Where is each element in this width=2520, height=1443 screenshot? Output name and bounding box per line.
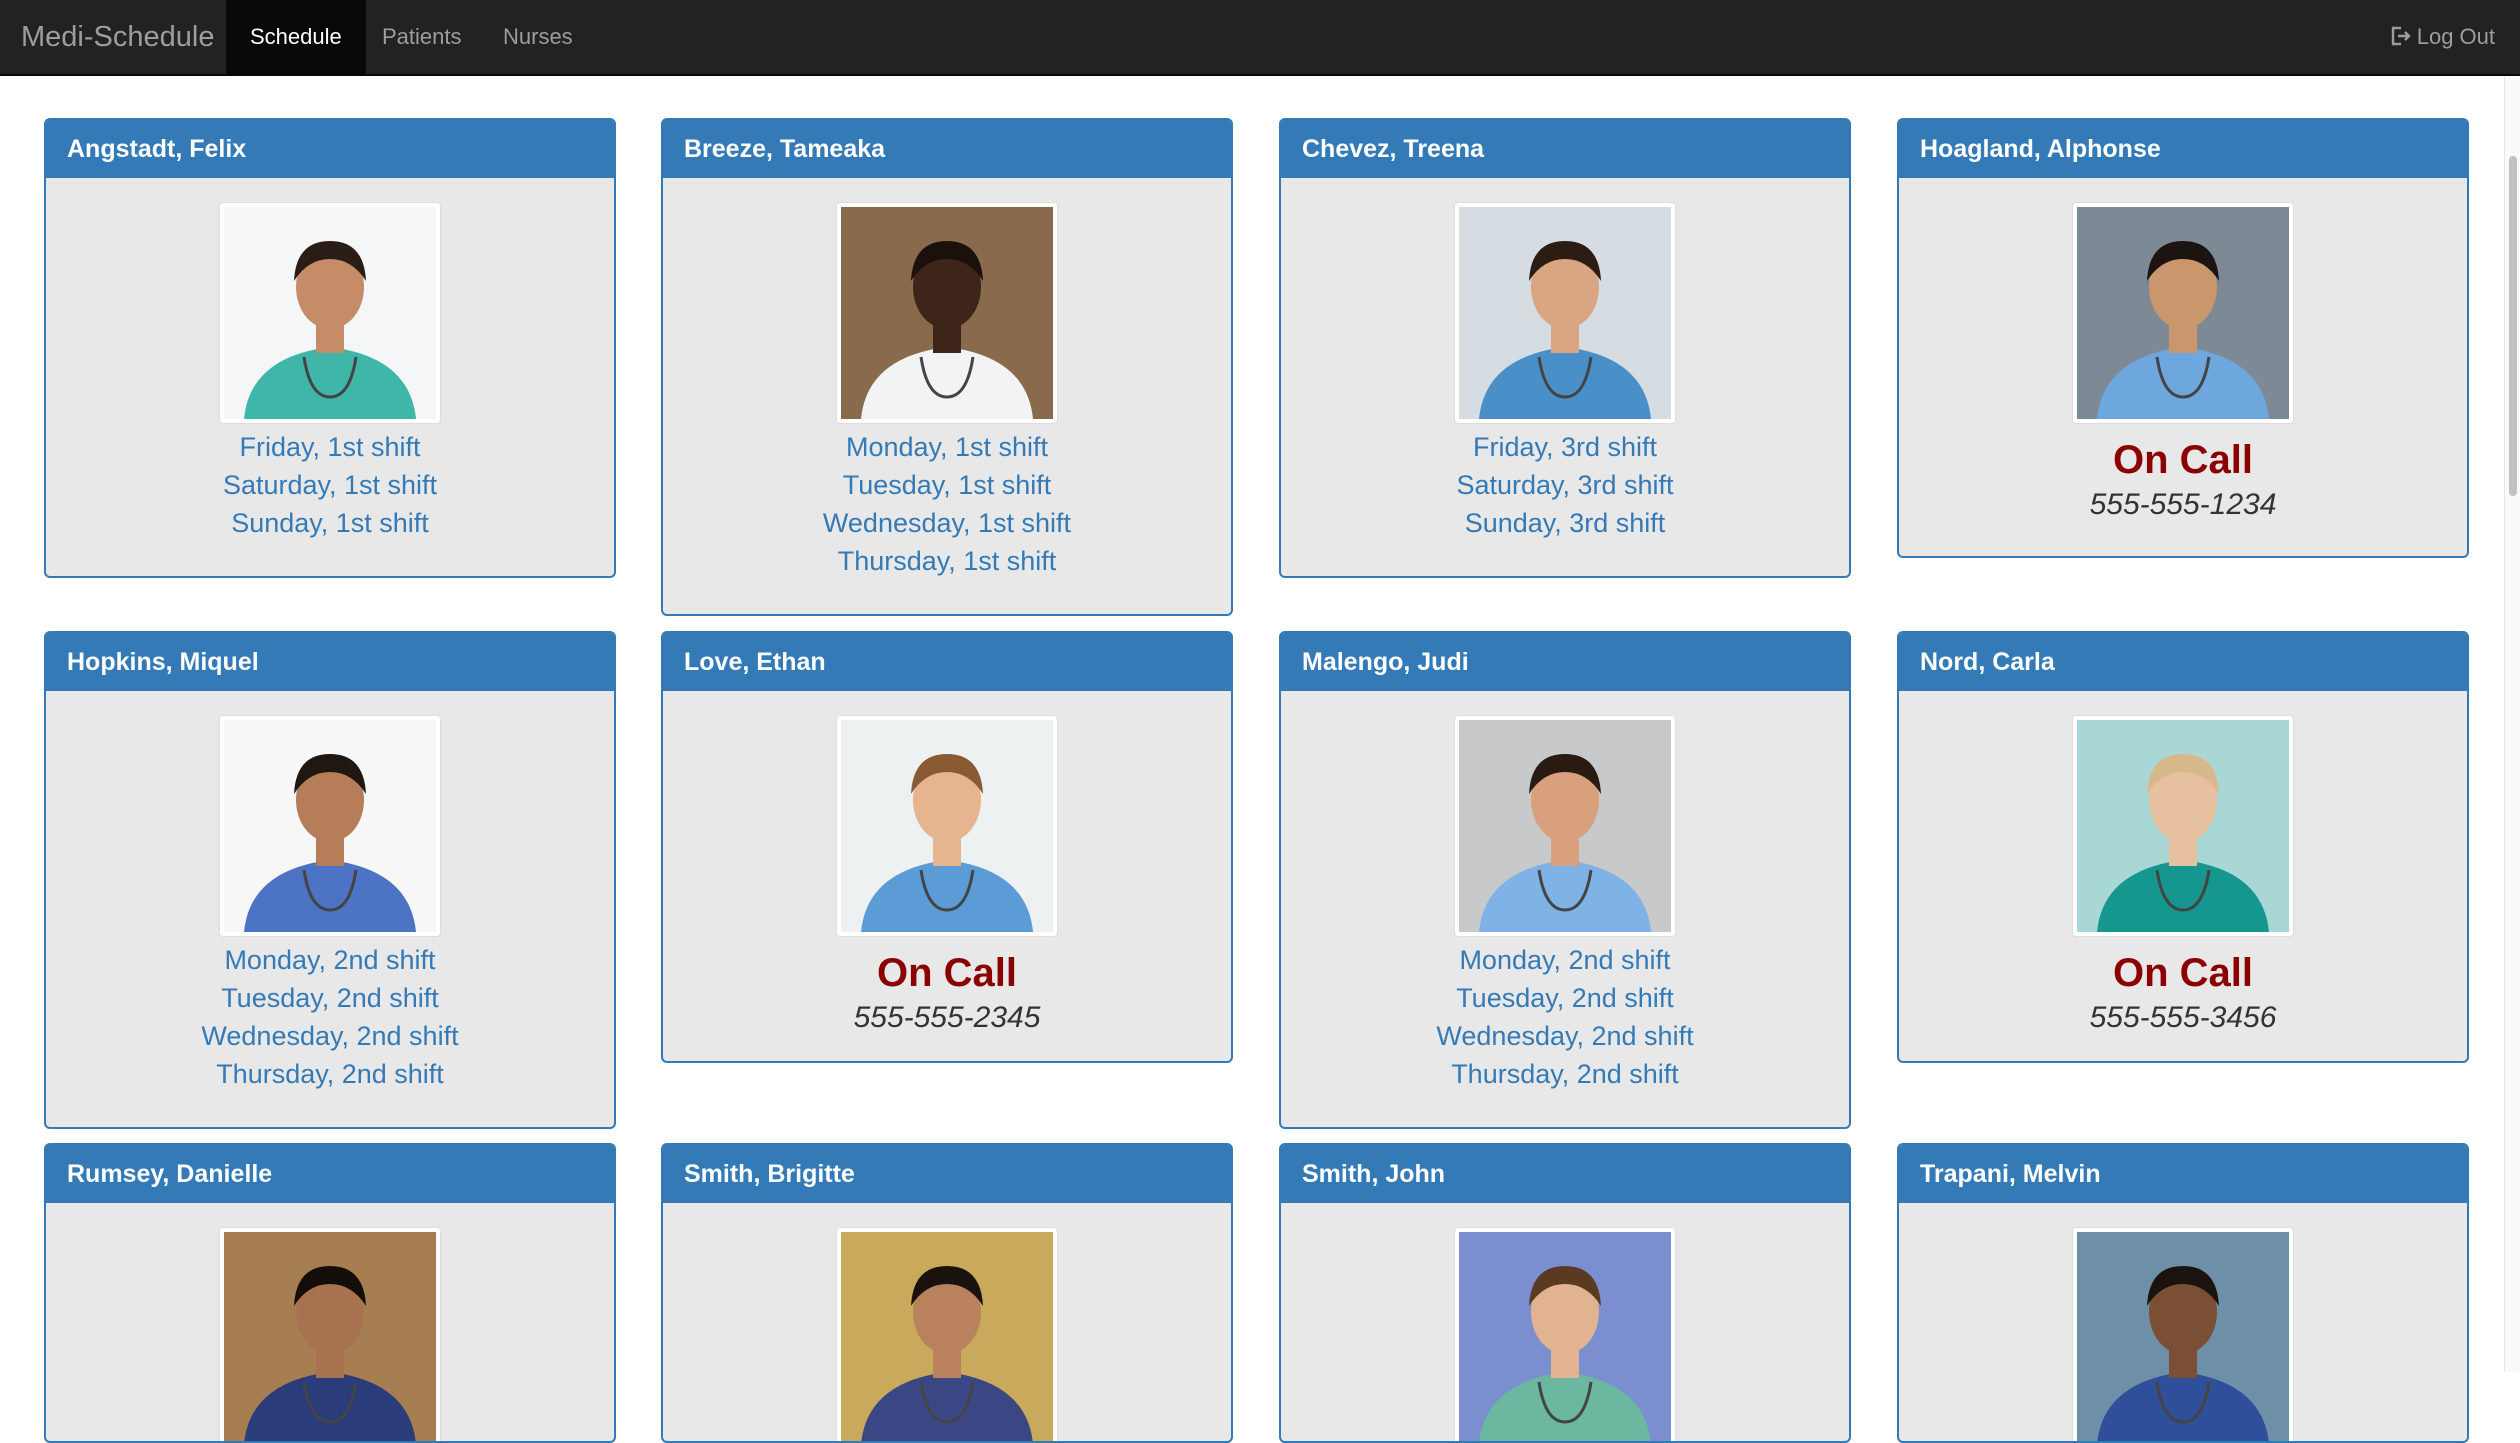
- shift-link[interactable]: Tuesday, 2nd shift: [1281, 979, 1849, 1017]
- nurse-card: Rumsey, Danielle: [44, 1143, 616, 1443]
- nurse-photo: [2072, 1227, 2294, 1441]
- shift-list: Friday, 3rd shift Saturday, 3rd shift Sund…: [1281, 428, 1849, 542]
- nurse-photo: [219, 1227, 441, 1441]
- nurse-photo: [219, 202, 441, 424]
- nurse-photo: [2072, 715, 2294, 937]
- shift-link[interactable]: Monday, 2nd shift: [46, 941, 614, 979]
- nurse-card: Breeze, Tameaka Monday, 1st shift Tuesday,…: [661, 118, 1233, 616]
- nurse-photo: [836, 715, 1058, 937]
- shift-link[interactable]: Wednesday, 1st shift: [663, 504, 1231, 542]
- shift-link[interactable]: Thursday, 2nd shift: [46, 1055, 614, 1093]
- on-call-phone: 555-555-3456: [2089, 1001, 2277, 1034]
- shift-link[interactable]: Tuesday, 2nd shift: [46, 979, 614, 1017]
- logout-icon: [2389, 3, 2411, 77]
- nurse-card: Smith, John: [1279, 1143, 1851, 1443]
- nurse-name: Smith, Brigitte: [663, 1145, 1231, 1203]
- shift-link[interactable]: Monday, 1st shift: [663, 428, 1231, 466]
- shift-link[interactable]: Thursday, 1st shift: [663, 542, 1231, 580]
- nav-tab-schedule[interactable]: Schedule: [226, 0, 366, 74]
- nurse-name: Breeze, Tameaka: [663, 120, 1231, 178]
- nurse-name: Love, Ethan: [663, 633, 1231, 691]
- logout-link[interactable]: Log Out: [2389, 0, 2495, 74]
- shift-link[interactable]: Monday, 2nd shift: [1281, 941, 1849, 979]
- shift-list: Monday, 2nd shift Tuesday, 2nd shift Wedne…: [46, 941, 614, 1093]
- shift-link[interactable]: Friday, 1st shift: [46, 428, 614, 466]
- nurse-photo: [219, 715, 441, 937]
- nav-tab-patients[interactable]: Patients: [358, 0, 486, 74]
- on-call-phone: 555-555-1234: [2089, 488, 2277, 521]
- nurse-card: Hopkins, Miquel Monday, 2nd shift Tuesday,…: [44, 631, 616, 1129]
- nurse-card: Love, Ethan On Call 555-555-2345: [661, 631, 1233, 1063]
- on-call-label: On Call: [2112, 438, 2254, 482]
- nurse-photo: [1454, 1227, 1676, 1441]
- nurse-card: Malengo, Judi Monday, 2nd shift Tuesday, 2…: [1279, 631, 1851, 1129]
- nurse-photo: [2072, 202, 2294, 424]
- on-call-label: On Call: [876, 951, 1018, 995]
- shift-list: Friday, 1st shift Saturday, 1st shift Sund…: [46, 428, 614, 542]
- shift-link[interactable]: Tuesday, 1st shift: [663, 466, 1231, 504]
- nurse-photo: [1454, 715, 1676, 937]
- nurse-photo: [836, 1227, 1058, 1441]
- on-call-phone: 555-555-2345: [853, 1001, 1041, 1034]
- shift-link[interactable]: Wednesday, 2nd shift: [46, 1017, 614, 1055]
- shift-link[interactable]: Saturday, 3rd shift: [1281, 466, 1849, 504]
- shift-list: Monday, 1st shift Tuesday, 1st shift Wedne…: [663, 428, 1231, 580]
- nurse-name: Angstadt, Felix: [46, 120, 614, 178]
- scrollbar-thumb[interactable]: [2509, 156, 2517, 496]
- nurse-card: Angstadt, Felix Friday, 1st shift Saturday…: [44, 118, 616, 578]
- shift-link[interactable]: Sunday, 1st shift: [46, 504, 614, 542]
- nurse-name: Trapani, Melvin: [1899, 1145, 2467, 1203]
- on-call-label: On Call: [2112, 951, 2254, 995]
- nurse-name: Rumsey, Danielle: [46, 1145, 614, 1203]
- nurse-name: Hopkins, Miquel: [46, 633, 614, 691]
- shift-link[interactable]: Wednesday, 2nd shift: [1281, 1017, 1849, 1055]
- shift-link[interactable]: Friday, 3rd shift: [1281, 428, 1849, 466]
- page-scrollbar[interactable]: [2504, 76, 2520, 1372]
- nurse-name: Smith, John: [1281, 1145, 1849, 1203]
- nurse-card: Trapani, Melvin: [1897, 1143, 2469, 1443]
- brand-logo[interactable]: Medi-Schedule: [21, 18, 214, 56]
- logout-label: Log Out: [2416, 24, 2495, 49]
- nurse-name: Nord, Carla: [1899, 633, 2467, 691]
- shift-link[interactable]: Saturday, 1st shift: [46, 466, 614, 504]
- nurse-photo: [836, 202, 1058, 424]
- nurse-name: Hoagland, Alphonse: [1899, 120, 2467, 178]
- nurse-photo: [1454, 202, 1676, 424]
- nav-tab-nurses[interactable]: Nurses: [479, 0, 597, 74]
- top-navbar: Medi-Schedule Schedule Patients Nurses L…: [0, 0, 2520, 76]
- shift-link[interactable]: Thursday, 2nd shift: [1281, 1055, 1849, 1093]
- nurse-card: Chevez, Treena Friday, 3rd shift Saturday,…: [1279, 118, 1851, 578]
- nurse-card: Hoagland, Alphonse On Call 555-555-1234: [1897, 118, 2469, 558]
- nurse-card: Nord, Carla On Call 555-555-3456: [1897, 631, 2469, 1063]
- nurse-card: Smith, Brigitte: [661, 1143, 1233, 1443]
- nurse-name: Chevez, Treena: [1281, 120, 1849, 178]
- shift-link[interactable]: Sunday, 3rd shift: [1281, 504, 1849, 542]
- nurse-schedule-grid: Angstadt, Felix Friday, 1st shift Saturday…: [0, 76, 2520, 1443]
- nurse-name: Malengo, Judi: [1281, 633, 1849, 691]
- shift-list: Monday, 2nd shift Tuesday, 2nd shift Wedne…: [1281, 941, 1849, 1093]
